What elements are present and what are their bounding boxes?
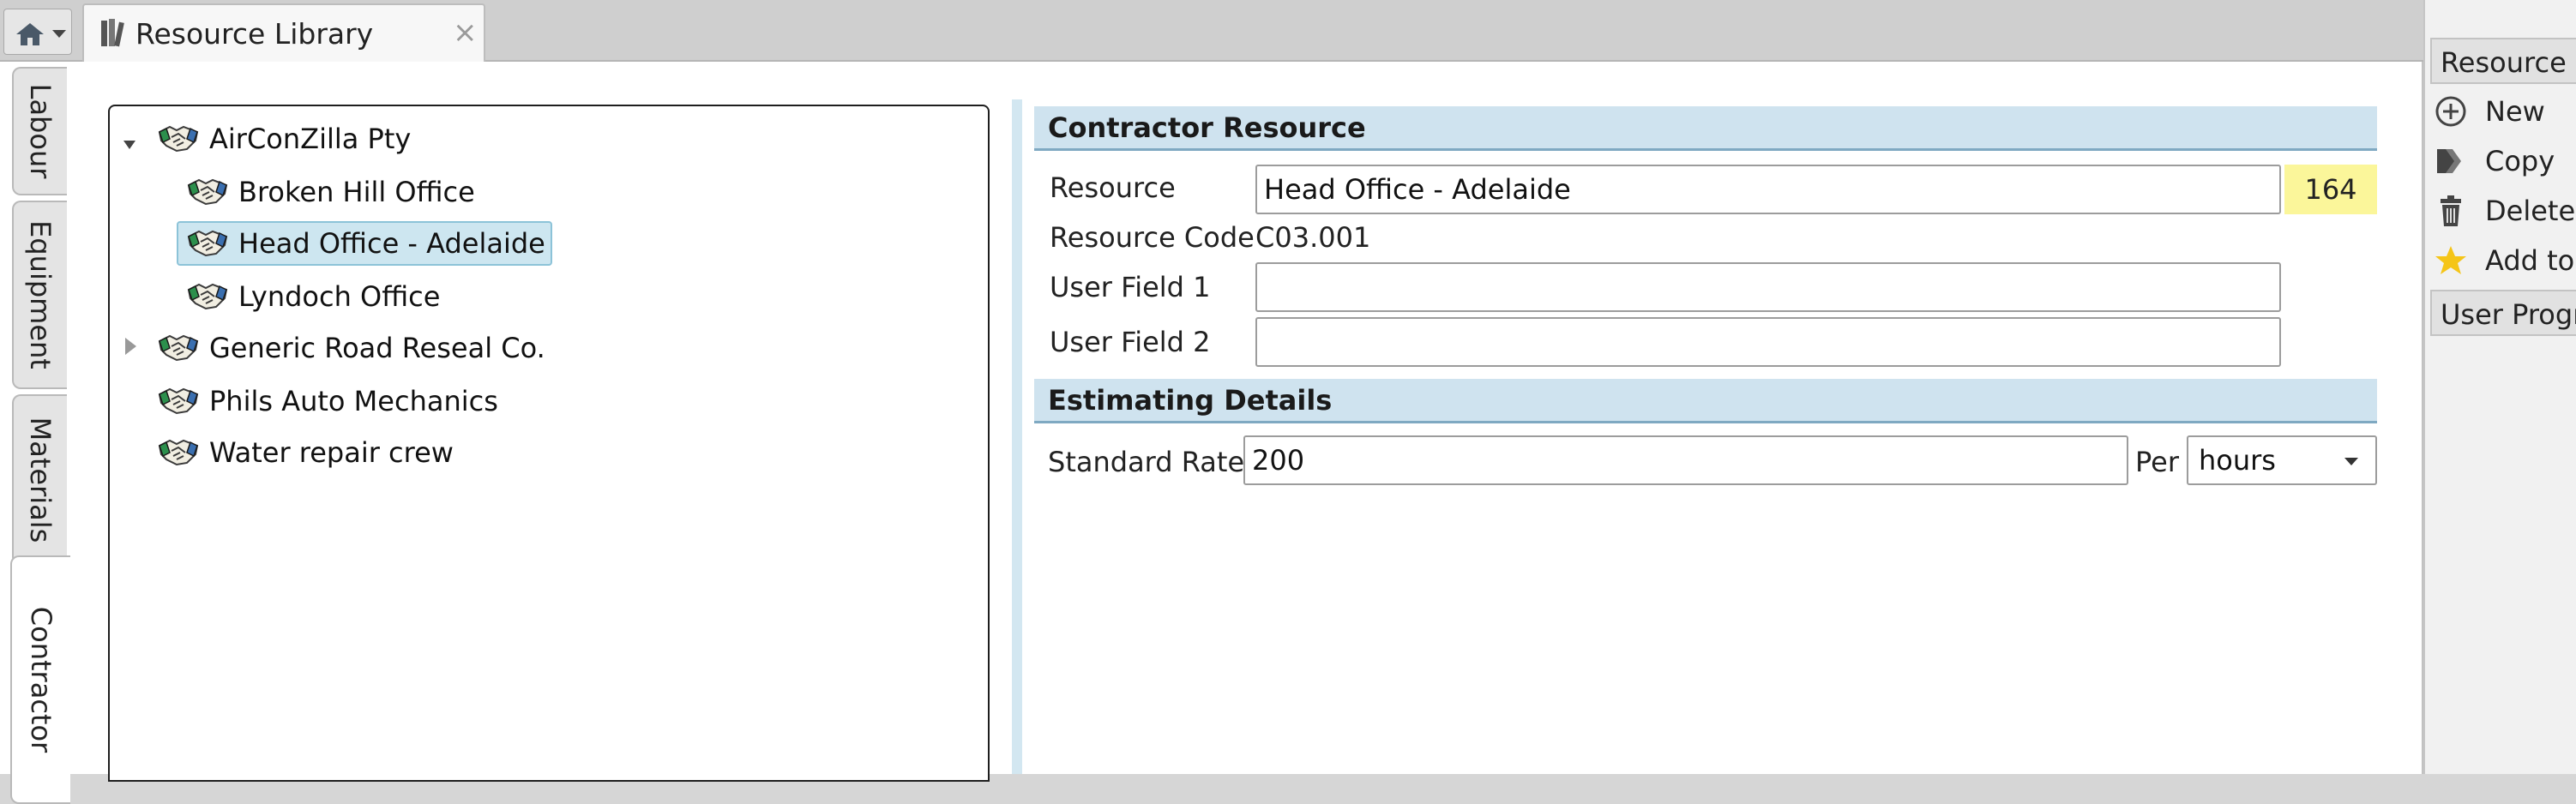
new-label: New [2485, 95, 2545, 128]
tree-node-label: AirConZilla Pty [209, 123, 412, 155]
home-icon [16, 23, 44, 45]
handshake-icon [159, 440, 198, 465]
tree-node-selected[interactable]: Head Office - Adelaide [177, 221, 552, 266]
new-button[interactable]: New [2434, 87, 2576, 135]
standard-rate-input[interactable]: 200 [1243, 435, 2128, 485]
standard-rate-label: Standard Rate [1048, 446, 1245, 478]
add-to-label: Add to [2485, 244, 2575, 277]
tab-materials-label: Materials [24, 417, 57, 543]
tab-equipment[interactable]: Equipment [12, 201, 67, 389]
add-circle-icon [2435, 96, 2466, 127]
document-tab-bar: Resource Library × [0, 0, 2423, 63]
close-tab-button[interactable]: × [453, 15, 478, 50]
tree-node-label: Lyndoch Office [238, 280, 441, 313]
resource-label: Resource [1050, 171, 1176, 204]
copy-button[interactable]: Copy [2434, 137, 2576, 185]
tree-node-label: Generic Road Reseal Co. [209, 332, 545, 364]
handshake-icon [159, 388, 198, 414]
handshake-icon [188, 231, 227, 256]
handshake-icon [159, 335, 198, 361]
user-programs-header[interactable]: User Progr [2430, 290, 2576, 336]
add-to-favourites-button[interactable]: Add to [2434, 237, 2576, 285]
handshake-icon [188, 179, 227, 205]
chevron-down-icon [2344, 458, 2358, 465]
tree-node-label: Phils Auto Mechanics [209, 385, 498, 417]
tree-node[interactable]: Broken Hill Office [187, 170, 475, 214]
tab-materials[interactable]: Materials [12, 394, 67, 566]
star-icon [2435, 246, 2466, 274]
delete-label: Delete [2485, 195, 2576, 227]
collapse-icon[interactable] [123, 141, 135, 149]
tree-node[interactable]: Water repair crew [158, 430, 454, 475]
expand-icon[interactable] [125, 338, 136, 355]
handshake-icon [188, 284, 227, 309]
user-field-2-label: User Field 2 [1050, 326, 1211, 358]
resource-id-badge: 164 [2284, 165, 2377, 214]
tab-title: Resource Library [135, 17, 374, 51]
tab-labour-label: Labour [24, 83, 57, 179]
tree-node[interactable]: Generic Road Reseal Co. [158, 326, 545, 370]
panel-splitter[interactable] [1012, 99, 1022, 774]
actions-side-panel: Resource L New Copy Delete Add to User P… [2423, 0, 2576, 774]
contractor-tree[interactable]: AirConZilla Pty Broken Hill Office Head … [108, 105, 990, 782]
tab-contractor[interactable]: Contractor [10, 555, 70, 804]
home-menu-button[interactable] [3, 9, 72, 55]
copy-icon [2437, 149, 2461, 173]
tree-node[interactable]: Lyndoch Office [187, 274, 440, 319]
estimating-details-header: Estimating Details [1034, 379, 2377, 423]
chevron-down-icon [52, 30, 66, 38]
contractor-resource-header: Contractor Resource [1034, 106, 2377, 151]
tab-equipment-label: Equipment [24, 220, 57, 369]
user-field-1-label: User Field 1 [1050, 271, 1211, 303]
copy-label: Copy [2485, 145, 2555, 177]
per-unit-value: hours [2199, 444, 2276, 477]
tree-node[interactable]: Phils Auto Mechanics [158, 379, 498, 423]
tab-labour[interactable]: Labour [12, 67, 67, 195]
tab-contractor-label: Contractor [25, 606, 57, 753]
per-label: Per [2135, 446, 2179, 478]
user-field-1-input[interactable] [1255, 262, 2281, 312]
resource-library-actions-header[interactable]: Resource L [2430, 38, 2576, 84]
tree-node-label: Water repair crew [209, 436, 454, 469]
tree-node-label: Broken Hill Office [238, 176, 475, 208]
trash-icon [2441, 195, 2461, 226]
handshake-icon [159, 126, 198, 152]
books-icon [101, 19, 124, 47]
tree-node-label: Head Office - Adelaide [238, 227, 545, 260]
per-unit-select[interactable]: hours [2187, 435, 2377, 485]
tab-resource-library[interactable]: Resource Library × [82, 3, 485, 63]
tree-node[interactable]: AirConZilla Pty [158, 117, 411, 161]
resource-code-label: Resource Code [1050, 221, 1255, 254]
user-field-2-input[interactable] [1255, 317, 2281, 367]
resource-code-value: C03.001 [1255, 221, 1371, 254]
delete-button[interactable]: Delete [2434, 187, 2576, 235]
resource-name-field[interactable]: Head Office - Adelaide [1255, 165, 2281, 214]
